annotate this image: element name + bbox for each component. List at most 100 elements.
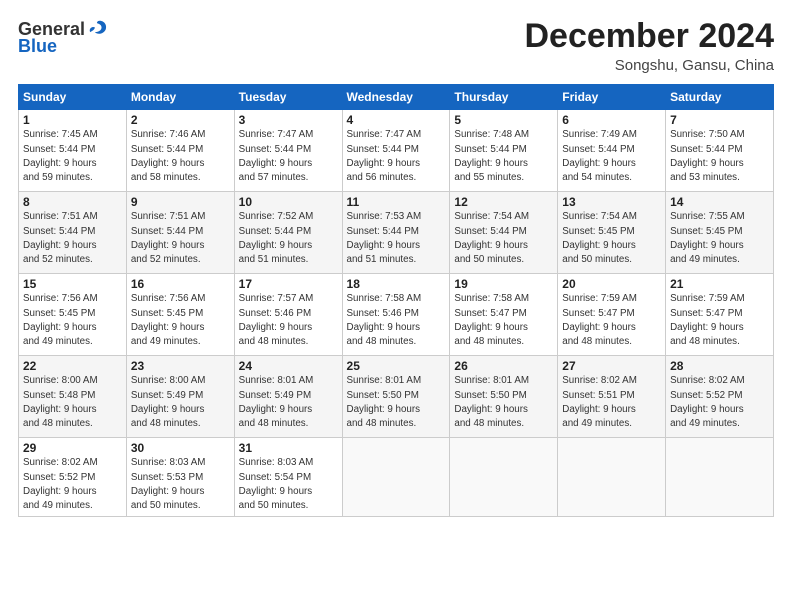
day-number: 14 — [670, 195, 769, 209]
calendar-cell: 15Sunrise: 7:56 AM Sunset: 5:45 PM Dayli… — [19, 274, 127, 356]
day-info: Sunrise: 8:03 AM Sunset: 5:54 PM Dayligh… — [239, 456, 338, 513]
day-number: 17 — [239, 277, 338, 291]
day-number: 9 — [131, 195, 230, 209]
day-number: 23 — [131, 359, 230, 373]
calendar-cell: 5Sunrise: 7:48 AM Sunset: 5:44 PM Daylig… — [450, 110, 558, 192]
day-info: Sunrise: 8:01 AM Sunset: 5:49 PM Dayligh… — [239, 374, 338, 431]
calendar-cell: 19Sunrise: 7:58 AM Sunset: 5:47 PM Dayli… — [450, 274, 558, 356]
day-info: Sunrise: 7:51 AM Sunset: 5:44 PM Dayligh… — [23, 210, 122, 267]
weekday-header-thursday: Thursday — [450, 85, 558, 110]
day-number: 13 — [562, 195, 661, 209]
day-info: Sunrise: 7:57 AM Sunset: 5:46 PM Dayligh… — [239, 292, 338, 349]
day-number: 16 — [131, 277, 230, 291]
day-info: Sunrise: 7:58 AM Sunset: 5:47 PM Dayligh… — [454, 292, 553, 349]
day-info: Sunrise: 8:02 AM Sunset: 5:51 PM Dayligh… — [562, 374, 661, 431]
calendar-cell: 8Sunrise: 7:51 AM Sunset: 5:44 PM Daylig… — [19, 192, 127, 274]
day-info: Sunrise: 7:50 AM Sunset: 5:44 PM Dayligh… — [670, 128, 769, 185]
calendar-cell: 4Sunrise: 7:47 AM Sunset: 5:44 PM Daylig… — [342, 110, 450, 192]
calendar-cell: 9Sunrise: 7:51 AM Sunset: 5:44 PM Daylig… — [126, 192, 234, 274]
logo-blue: Blue — [18, 36, 57, 57]
calendar-cell: 25Sunrise: 8:01 AM Sunset: 5:50 PM Dayli… — [342, 356, 450, 438]
calendar-cell: 1Sunrise: 7:45 AM Sunset: 5:44 PM Daylig… — [19, 110, 127, 192]
day-info: Sunrise: 7:59 AM Sunset: 5:47 PM Dayligh… — [562, 292, 661, 349]
day-info: Sunrise: 7:46 AM Sunset: 5:44 PM Dayligh… — [131, 128, 230, 185]
day-info: Sunrise: 7:56 AM Sunset: 5:45 PM Dayligh… — [131, 292, 230, 349]
weekday-header-sunday: Sunday — [19, 85, 127, 110]
day-info: Sunrise: 8:00 AM Sunset: 5:49 PM Dayligh… — [131, 374, 230, 431]
calendar-cell: 30Sunrise: 8:03 AM Sunset: 5:53 PM Dayli… — [126, 438, 234, 517]
day-info: Sunrise: 8:01 AM Sunset: 5:50 PM Dayligh… — [347, 374, 446, 431]
calendar-cell: 12Sunrise: 7:54 AM Sunset: 5:44 PM Dayli… — [450, 192, 558, 274]
day-info: Sunrise: 8:02 AM Sunset: 5:52 PM Dayligh… — [670, 374, 769, 431]
calendar-cell: 13Sunrise: 7:54 AM Sunset: 5:45 PM Dayli… — [558, 192, 666, 274]
day-number: 7 — [670, 113, 769, 127]
calendar-cell: 16Sunrise: 7:56 AM Sunset: 5:45 PM Dayli… — [126, 274, 234, 356]
weekday-header-monday: Monday — [126, 85, 234, 110]
header: General Blue December 2024 Songshu, Gans… — [18, 18, 774, 74]
logo: General Blue — [18, 18, 109, 57]
day-info: Sunrise: 7:52 AM Sunset: 5:44 PM Dayligh… — [239, 210, 338, 267]
calendar-cell — [342, 438, 450, 517]
day-number: 24 — [239, 359, 338, 373]
weekday-header-saturday: Saturday — [666, 85, 774, 110]
day-info: Sunrise: 8:02 AM Sunset: 5:52 PM Dayligh… — [23, 456, 122, 513]
day-number: 20 — [562, 277, 661, 291]
logo-bird-icon — [87, 18, 109, 40]
calendar-cell — [666, 438, 774, 517]
day-info: Sunrise: 7:54 AM Sunset: 5:44 PM Dayligh… — [454, 210, 553, 267]
calendar-cell: 3Sunrise: 7:47 AM Sunset: 5:44 PM Daylig… — [234, 110, 342, 192]
day-number: 27 — [562, 359, 661, 373]
day-number: 2 — [131, 113, 230, 127]
month-title: December 2024 — [524, 18, 774, 55]
day-info: Sunrise: 7:47 AM Sunset: 5:44 PM Dayligh… — [239, 128, 338, 185]
calendar-cell: 24Sunrise: 8:01 AM Sunset: 5:49 PM Dayli… — [234, 356, 342, 438]
day-info: Sunrise: 7:51 AM Sunset: 5:44 PM Dayligh… — [131, 210, 230, 267]
day-number: 12 — [454, 195, 553, 209]
weekday-header-friday: Friday — [558, 85, 666, 110]
calendar-cell: 20Sunrise: 7:59 AM Sunset: 5:47 PM Dayli… — [558, 274, 666, 356]
day-info: Sunrise: 7:58 AM Sunset: 5:46 PM Dayligh… — [347, 292, 446, 349]
day-number: 21 — [670, 277, 769, 291]
day-info: Sunrise: 7:47 AM Sunset: 5:44 PM Dayligh… — [347, 128, 446, 185]
calendar-cell: 23Sunrise: 8:00 AM Sunset: 5:49 PM Dayli… — [126, 356, 234, 438]
day-info: Sunrise: 8:01 AM Sunset: 5:50 PM Dayligh… — [454, 374, 553, 431]
day-info: Sunrise: 7:48 AM Sunset: 5:44 PM Dayligh… — [454, 128, 553, 185]
calendar-cell: 28Sunrise: 8:02 AM Sunset: 5:52 PM Dayli… — [666, 356, 774, 438]
day-number: 29 — [23, 441, 122, 455]
calendar-cell: 10Sunrise: 7:52 AM Sunset: 5:44 PM Dayli… — [234, 192, 342, 274]
day-number: 25 — [347, 359, 446, 373]
day-number: 18 — [347, 277, 446, 291]
day-number: 3 — [239, 113, 338, 127]
day-info: Sunrise: 7:53 AM Sunset: 5:44 PM Dayligh… — [347, 210, 446, 267]
day-number: 6 — [562, 113, 661, 127]
calendar-cell: 29Sunrise: 8:02 AM Sunset: 5:52 PM Dayli… — [19, 438, 127, 517]
day-number: 19 — [454, 277, 553, 291]
calendar-cell: 26Sunrise: 8:01 AM Sunset: 5:50 PM Dayli… — [450, 356, 558, 438]
weekday-header-wednesday: Wednesday — [342, 85, 450, 110]
day-number: 8 — [23, 195, 122, 209]
day-number: 22 — [23, 359, 122, 373]
calendar-cell: 21Sunrise: 7:59 AM Sunset: 5:47 PM Dayli… — [666, 274, 774, 356]
calendar-cell: 2Sunrise: 7:46 AM Sunset: 5:44 PM Daylig… — [126, 110, 234, 192]
location: Songshu, Gansu, China — [524, 57, 774, 74]
calendar-cell: 27Sunrise: 8:02 AM Sunset: 5:51 PM Dayli… — [558, 356, 666, 438]
day-info: Sunrise: 7:56 AM Sunset: 5:45 PM Dayligh… — [23, 292, 122, 349]
calendar-cell: 14Sunrise: 7:55 AM Sunset: 5:45 PM Dayli… — [666, 192, 774, 274]
day-number: 10 — [239, 195, 338, 209]
calendar-cell: 6Sunrise: 7:49 AM Sunset: 5:44 PM Daylig… — [558, 110, 666, 192]
day-number: 4 — [347, 113, 446, 127]
calendar-cell: 18Sunrise: 7:58 AM Sunset: 5:46 PM Dayli… — [342, 274, 450, 356]
title-area: December 2024 Songshu, Gansu, China — [524, 18, 774, 74]
day-number: 26 — [454, 359, 553, 373]
day-info: Sunrise: 8:03 AM Sunset: 5:53 PM Dayligh… — [131, 456, 230, 513]
day-info: Sunrise: 7:59 AM Sunset: 5:47 PM Dayligh… — [670, 292, 769, 349]
calendar-cell: 11Sunrise: 7:53 AM Sunset: 5:44 PM Dayli… — [342, 192, 450, 274]
calendar-cell — [450, 438, 558, 517]
calendar-cell: 22Sunrise: 8:00 AM Sunset: 5:48 PM Dayli… — [19, 356, 127, 438]
day-number: 1 — [23, 113, 122, 127]
weekday-header-tuesday: Tuesday — [234, 85, 342, 110]
day-info: Sunrise: 7:55 AM Sunset: 5:45 PM Dayligh… — [670, 210, 769, 267]
day-number: 11 — [347, 195, 446, 209]
calendar-cell: 31Sunrise: 8:03 AM Sunset: 5:54 PM Dayli… — [234, 438, 342, 517]
day-info: Sunrise: 7:49 AM Sunset: 5:44 PM Dayligh… — [562, 128, 661, 185]
